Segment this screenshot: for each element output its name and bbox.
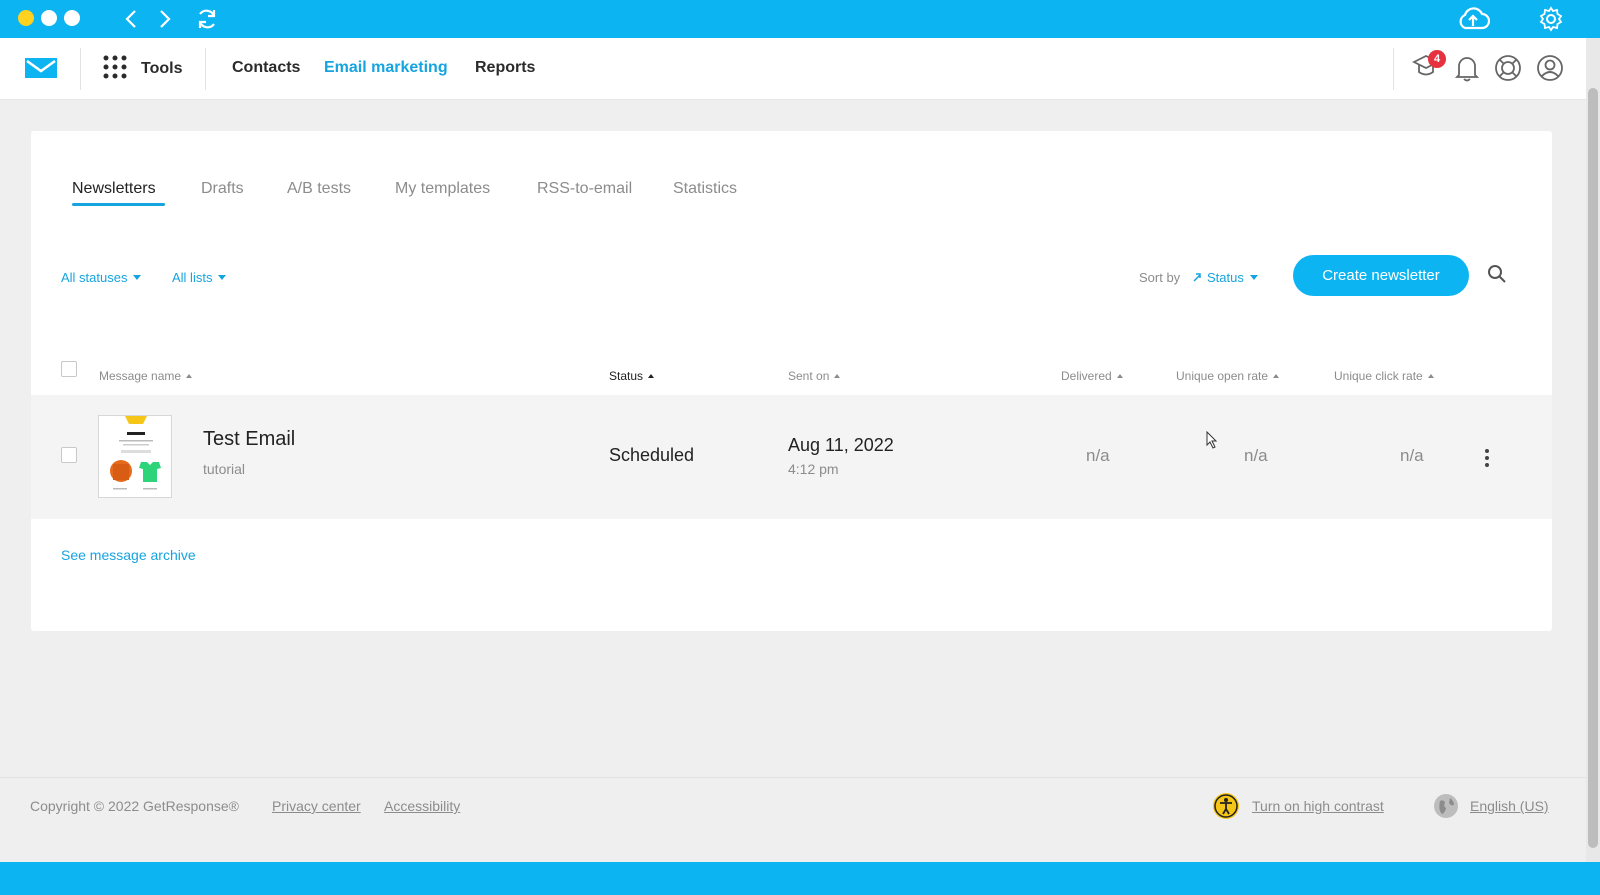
bell-icon[interactable] [1452, 53, 1482, 83]
tab-my-templates[interactable]: My templates [395, 180, 490, 198]
nav-email-marketing[interactable]: Email marketing [324, 59, 448, 77]
search-icon[interactable] [1483, 260, 1511, 288]
copyright-text: Copyright © 2022 GetResponse® [30, 798, 239, 814]
message-list: tutorial [203, 461, 246, 477]
tab-rss-to-email[interactable]: RSS-to-email [537, 180, 632, 198]
list-filter-dropdown[interactable]: All lists [172, 270, 227, 285]
tab-statistics[interactable]: Statistics [673, 180, 737, 198]
column-label: Unique click rate [1334, 369, 1423, 383]
tools-menu[interactable]: Tools [103, 54, 182, 84]
chevron-down-icon [133, 275, 142, 280]
see-message-archive-link[interactable]: See message archive [61, 547, 196, 563]
message-name[interactable]: Test Email [203, 428, 295, 451]
user-avatar-icon[interactable] [1535, 53, 1565, 83]
column-label: Unique open rate [1176, 369, 1269, 383]
column-label: Status [609, 369, 644, 383]
tab-newsletters[interactable]: Newsletters [72, 180, 156, 198]
accessibility-link[interactable]: Accessibility [384, 798, 460, 814]
app-header: Tools Contacts Email marketing Reports 4 [0, 38, 1586, 100]
column-header-message-name[interactable]: Message name [99, 369, 193, 383]
cloud-upload-icon[interactable] [1455, 5, 1491, 33]
sort-caret-icon [1427, 374, 1434, 378]
message-thumbnail[interactable] [98, 415, 172, 498]
bottom-bar [0, 862, 1600, 895]
language-selector[interactable]: English (US) [1470, 798, 1549, 814]
reload-icon[interactable] [193, 5, 221, 33]
help-lifebuoy-icon[interactable] [1493, 53, 1523, 83]
sort-by-label: Sort by [1139, 270, 1181, 285]
sort-arrow-icon [1193, 270, 1201, 285]
tab-ab-tests[interactable]: A/B tests [287, 180, 351, 198]
column-label: Message name [99, 369, 182, 383]
newsletters-card: Newsletters Drafts A/B tests My template… [31, 131, 1552, 631]
high-contrast-link[interactable]: Turn on high contrast [1252, 798, 1384, 814]
sort-caret-icon [648, 374, 655, 378]
column-header-unique-open-rate[interactable]: Unique open rate [1176, 369, 1280, 383]
status-filter-dropdown[interactable]: All statuses [61, 270, 142, 285]
mouse-cursor-icon [1206, 430, 1218, 454]
sort-caret-icon [1273, 374, 1280, 378]
status-filter-label: All statuses [61, 270, 128, 285]
back-arrow-icon[interactable] [117, 5, 145, 33]
getresponse-logo[interactable] [24, 56, 58, 80]
column-header-status[interactable]: Status [609, 369, 655, 383]
active-tab-indicator [72, 203, 165, 206]
window-minimize-dot[interactable] [18, 10, 34, 26]
apps-grid-icon [103, 55, 127, 84]
browser-toolbar [0, 0, 1600, 38]
sort-dropdown[interactable]: Status [1193, 270, 1258, 285]
list-filter-label: All lists [172, 270, 213, 285]
sort-caret-icon [186, 374, 193, 378]
privacy-center-link[interactable]: Privacy center [272, 798, 361, 814]
sort-caret-icon [834, 374, 841, 378]
nav-contacts[interactable]: Contacts [232, 59, 300, 77]
chevron-down-icon [1249, 275, 1258, 280]
scrollbar-thumb[interactable] [1588, 88, 1598, 848]
divider [80, 48, 81, 90]
unique-open-rate-value: n/a [1244, 446, 1268, 465]
select-all-checkbox[interactable] [61, 361, 77, 377]
sort-value: Status [1207, 270, 1244, 285]
academy-button[interactable]: 4 [1411, 50, 1446, 83]
forward-arrow-icon[interactable] [151, 5, 179, 33]
sent-time: 4:12 pm [788, 461, 839, 477]
globe-icon [1432, 792, 1460, 820]
column-label: Sent on [788, 369, 830, 383]
sort-caret-icon [1116, 374, 1123, 378]
chevron-down-icon [218, 275, 227, 280]
column-header-sent-on[interactable]: Sent on [788, 369, 841, 383]
message-status: Scheduled [609, 445, 695, 465]
delivered-value: n/a [1086, 446, 1110, 465]
notification-badge: 4 [1428, 50, 1446, 68]
tools-label: Tools [141, 60, 183, 77]
gear-icon[interactable] [1537, 5, 1565, 33]
nav-reports[interactable]: Reports [475, 59, 535, 77]
window-dot[interactable] [41, 10, 57, 26]
tab-drafts[interactable]: Drafts [201, 180, 244, 198]
table-row[interactable]: Test Email tutorial Scheduled Aug 11, 20… [31, 395, 1552, 519]
divider [205, 48, 206, 90]
row-checkbox[interactable] [61, 447, 77, 463]
more-options-icon[interactable] [1477, 443, 1497, 473]
column-header-delivered[interactable]: Delivered [1061, 369, 1123, 383]
unique-click-rate-value: n/a [1400, 446, 1424, 465]
window-dot[interactable] [64, 10, 80, 26]
column-label: Delivered [1061, 369, 1112, 383]
accessibility-icon [1212, 792, 1240, 820]
column-header-unique-click-rate[interactable]: Unique click rate [1334, 369, 1434, 383]
footer: Copyright © 2022 GetResponse® Privacy ce… [0, 777, 1586, 862]
divider [1393, 48, 1394, 90]
sent-date: Aug 11, 2022 [788, 435, 894, 455]
create-newsletter-button[interactable]: Create newsletter [1293, 255, 1469, 296]
